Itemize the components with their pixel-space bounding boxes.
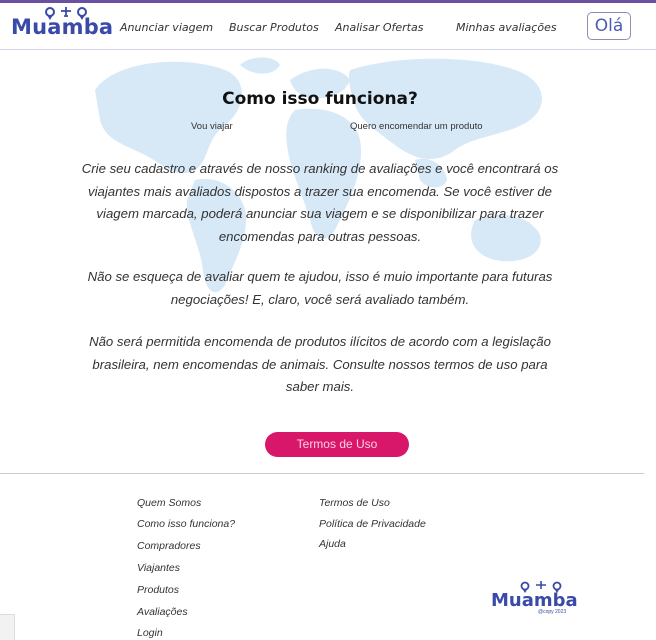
- footer-link-privacidade[interactable]: Política de Privacidade: [319, 518, 426, 530]
- nav-minhas-avaliacoes[interactable]: Minhas avaliações: [456, 21, 557, 34]
- footer-link-termos[interactable]: Termos de Uso: [319, 497, 390, 509]
- user-greeting-button[interactable]: Olá: [587, 12, 631, 40]
- plane-and-pins-icon: [45, 7, 87, 20]
- footer-link-compradores[interactable]: Compradores: [137, 540, 201, 552]
- footer-link-viajantes[interactable]: Viajantes: [137, 562, 180, 574]
- copyright-text: @copy 2023: [538, 609, 567, 615]
- page-title: Como isso funciona?: [222, 89, 418, 109]
- footer-link-quem-somos[interactable]: Quem Somos: [137, 497, 201, 509]
- nav-analisar-ofertas[interactable]: Analisar Ofertas: [335, 21, 423, 34]
- footer-logo: Muamba: [491, 581, 578, 611]
- tab-vou-viajar[interactable]: Vou viajar: [191, 121, 233, 132]
- footer-plane-and-pins-icon: [520, 581, 562, 593]
- terms-button[interactable]: Termos de Uso: [265, 432, 409, 457]
- nav-buscar-produtos[interactable]: Buscar Produtos: [229, 21, 319, 34]
- corner-widget: [0, 614, 15, 640]
- footer-link-ajuda[interactable]: Ajuda: [319, 538, 346, 550]
- rules-paragraph: Não será permitida encomenda de produtos…: [89, 334, 551, 394]
- brand-logo[interactable]: Muamba: [11, 7, 113, 39]
- tab-quero-encomendar[interactable]: Quero encomendar um produto: [350, 121, 483, 132]
- review-paragraph: Não se esqueça de avaliar quem te ajudou…: [87, 269, 553, 307]
- footer-link-produtos[interactable]: Produtos: [137, 584, 179, 596]
- header: Muamba Anunciar viagem Buscar Produtos A…: [0, 3, 656, 50]
- footer-link-avaliacoes[interactable]: Avaliações: [137, 606, 188, 618]
- footer-link-como-funciona[interactable]: Como isso funciona?: [137, 518, 235, 530]
- footer-link-login[interactable]: Login: [137, 627, 163, 639]
- intro-paragraph: Crie seu cadastro e através de nosso ran…: [81, 161, 559, 244]
- footer-divider: [0, 473, 644, 474]
- nav-anunciar-viagem[interactable]: Anunciar viagem: [120, 21, 213, 34]
